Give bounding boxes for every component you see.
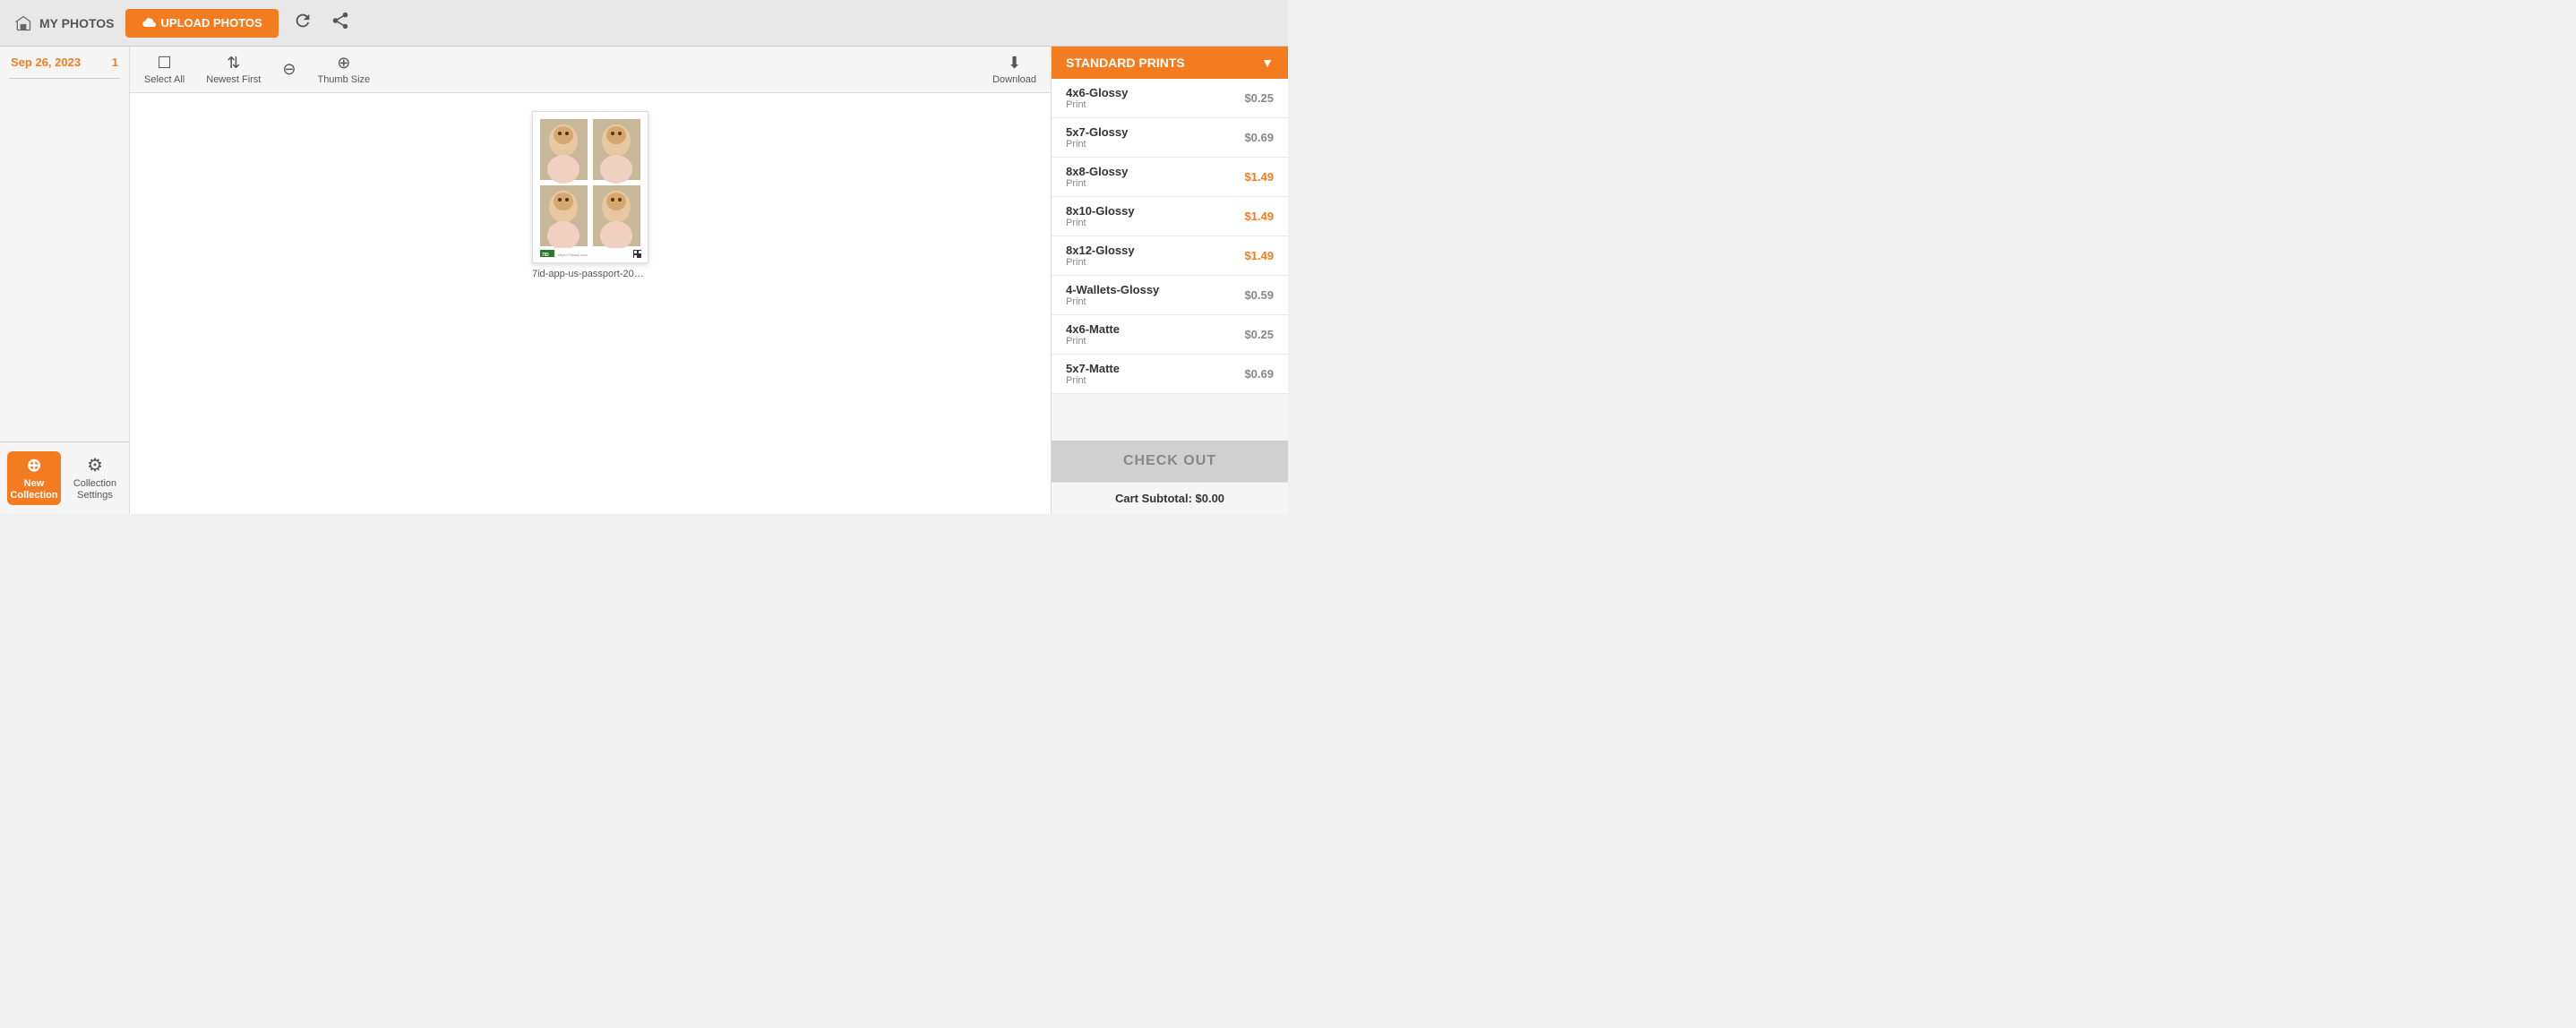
- refresh-button[interactable]: [289, 7, 316, 39]
- new-collection-label: NewCollection: [10, 478, 57, 501]
- print-price: $0.59: [1244, 288, 1274, 302]
- print-item[interactable]: 4x6-Matte Print $0.25: [1052, 315, 1288, 355]
- checkout-button[interactable]: CHECK OUT: [1052, 441, 1288, 482]
- select-all-label: Select All: [144, 74, 185, 85]
- sort-icon: ⇅: [227, 54, 240, 73]
- print-item[interactable]: 5x7-Matte Print $0.69: [1052, 355, 1288, 394]
- gear-icon: ⚙: [87, 455, 103, 476]
- print-price: $0.69: [1244, 131, 1274, 144]
- checkbox-icon: ☐: [158, 54, 172, 73]
- print-type: Print: [1066, 257, 1135, 268]
- left-sidebar: Sep 26, 2023 1 ⊕ NewCollection ⚙ Collect…: [0, 47, 130, 514]
- sidebar-divider: [9, 78, 120, 79]
- print-info: 4-Wallets-Glossy Print: [1066, 283, 1159, 307]
- sidebar-bottom: ⊕ NewCollection ⚙ CollectionSettings: [0, 441, 129, 514]
- new-collection-button[interactable]: ⊕ NewCollection: [7, 451, 61, 505]
- select-all-button[interactable]: ☐ Select All: [144, 54, 185, 85]
- my-photos-text: MY PHOTOS: [39, 16, 115, 30]
- print-type: Print: [1066, 296, 1159, 307]
- print-info: 8x10-Glossy Print: [1066, 204, 1135, 228]
- print-info: 4x6-Glossy Print: [1066, 86, 1128, 110]
- print-item[interactable]: 4x6-Glossy Print $0.25: [1052, 79, 1288, 118]
- plus-icon: ⊕: [27, 455, 42, 476]
- photos-grid: 7ID https://7idapp.com 7id-app-us-passpo…: [130, 93, 1051, 514]
- print-info: 5x7-Matte Print: [1066, 362, 1120, 386]
- chevron-down-icon: ▼: [1261, 56, 1274, 70]
- print-item[interactable]: 5x7-Glossy Print $0.69: [1052, 118, 1288, 158]
- svg-text:https://7idapp.com: https://7idapp.com: [558, 253, 588, 257]
- print-name: 4-Wallets-Glossy: [1066, 283, 1159, 296]
- print-price: $0.25: [1244, 328, 1274, 341]
- print-name: 8x12-Glossy: [1066, 244, 1135, 257]
- right-panel: STANDARD PRINTS ▼ 4x6-Glossy Print $0.25…: [1051, 47, 1288, 514]
- upload-photos-button[interactable]: UPLOAD PHOTOS: [125, 9, 279, 38]
- print-type: Print: [1066, 139, 1128, 150]
- share-button[interactable]: [327, 7, 354, 39]
- thumb-size-plus-button[interactable]: ⊕ Thumb Size: [317, 54, 370, 85]
- prints-list: 4x6-Glossy Print $0.25 5x7-Glossy Print …: [1052, 79, 1288, 441]
- standard-prints-button[interactable]: STANDARD PRINTS ▼: [1052, 47, 1288, 79]
- cart-subtotal: Cart Subtotal: $0.00: [1052, 482, 1288, 514]
- thumb-size-label: Thumb Size: [317, 74, 370, 85]
- download-icon: ⬇: [1008, 54, 1021, 73]
- print-type: Print: [1066, 218, 1135, 228]
- collection-settings-button[interactable]: ⚙ CollectionSettings: [68, 451, 122, 505]
- print-item[interactable]: 8x12-Glossy Print $1.49: [1052, 236, 1288, 276]
- my-photos-label: MY PHOTOS: [14, 14, 115, 32]
- print-name: 8x8-Glossy: [1066, 165, 1128, 178]
- print-price: $1.49: [1244, 210, 1274, 223]
- print-type: Print: [1066, 99, 1128, 110]
- print-name: 4x6-Glossy: [1066, 86, 1128, 99]
- cloud-upload-icon: [142, 16, 156, 30]
- print-info: 4x6-Matte Print: [1066, 322, 1120, 347]
- refresh-icon: [293, 11, 313, 30]
- date-label: Sep 26, 2023: [11, 56, 81, 69]
- newest-first-label: Newest First: [206, 74, 261, 85]
- collection-settings-label: CollectionSettings: [73, 478, 116, 501]
- minus-circle-icon: ⊖: [282, 60, 296, 79]
- newest-first-button[interactable]: ⇅ Newest First: [206, 54, 261, 85]
- photo-area: ☐ Select All ⇅ Newest First ⊖ ⊕ Thumb Si…: [130, 47, 1051, 514]
- photo-toolbar: ☐ Select All ⇅ Newest First ⊖ ⊕ Thumb Si…: [130, 47, 1051, 93]
- plus-circle-icon: ⊕: [337, 54, 350, 73]
- home-icon: [14, 14, 32, 32]
- svg-text:7ID: 7ID: [542, 253, 549, 258]
- print-item[interactable]: 4-Wallets-Glossy Print $0.59: [1052, 276, 1288, 315]
- print-info: 8x12-Glossy Print: [1066, 244, 1135, 268]
- share-icon: [331, 11, 350, 30]
- print-item[interactable]: 8x10-Glossy Print $1.49: [1052, 197, 1288, 236]
- photo-filename: 7id-app-us-passport-2023-09...: [532, 269, 648, 279]
- print-name: 5x7-Glossy: [1066, 125, 1128, 139]
- print-info: 8x8-Glossy Print: [1066, 165, 1128, 189]
- passport-photo-sheet: 7ID https://7idapp.com: [537, 116, 644, 259]
- date-count: 1: [112, 56, 118, 69]
- top-bar: MY PHOTOS UPLOAD PHOTOS: [0, 0, 1288, 47]
- print-price: $0.25: [1244, 91, 1274, 105]
- download-label: Download: [992, 74, 1036, 85]
- print-name: 4x6-Matte: [1066, 322, 1120, 336]
- print-price: $1.49: [1244, 170, 1274, 184]
- photo-image-wrapper: 7ID https://7idapp.com: [532, 111, 648, 263]
- thumb-size-minus-button[interactable]: ⊖: [282, 60, 296, 79]
- print-type: Print: [1066, 336, 1120, 347]
- main-content: Sep 26, 2023 1 ⊕ NewCollection ⚙ Collect…: [0, 47, 1288, 514]
- date-section: Sep 26, 2023 1: [0, 47, 129, 78]
- print-item[interactable]: 8x8-Glossy Print $1.49: [1052, 158, 1288, 197]
- print-type: Print: [1066, 178, 1128, 189]
- print-name: 8x10-Glossy: [1066, 204, 1135, 218]
- print-price: $0.69: [1244, 367, 1274, 381]
- print-type: Print: [1066, 375, 1120, 386]
- print-price: $1.49: [1244, 249, 1274, 262]
- print-name: 5x7-Matte: [1066, 362, 1120, 375]
- standard-prints-label: STANDARD PRINTS: [1066, 56, 1185, 70]
- download-button[interactable]: ⬇ Download: [992, 54, 1036, 85]
- print-info: 5x7-Glossy Print: [1066, 125, 1128, 150]
- photo-thumbnail[interactable]: 7ID https://7idapp.com 7id-app-us-passpo…: [532, 111, 648, 279]
